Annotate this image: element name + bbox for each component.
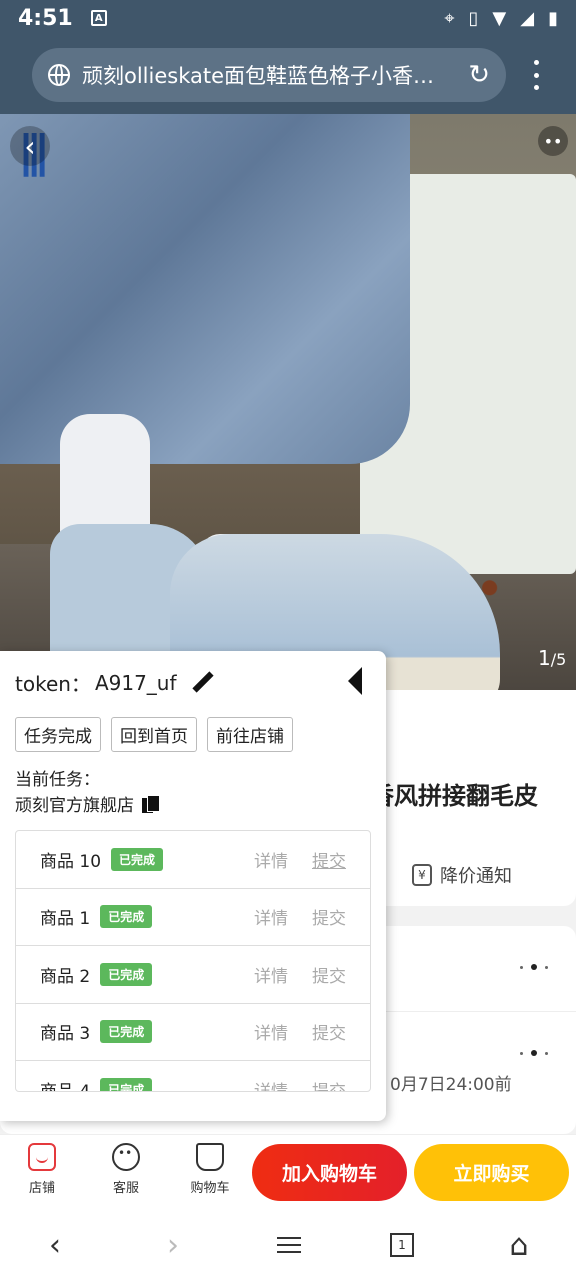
item-name: 商品 4 xyxy=(40,1081,91,1092)
token-label: token： xyxy=(15,672,91,696)
vibrate-icon: ▯ xyxy=(468,7,479,29)
notification-icon: A xyxy=(90,10,107,26)
battery-icon: ▮ xyxy=(548,7,558,29)
product-title: 香风拼接翻毛皮 xyxy=(370,782,538,810)
price-alert-button[interactable]: ¥ 降价通知 xyxy=(412,862,512,888)
go-to-shop-button[interactable]: 前往店铺 xyxy=(207,717,293,752)
list-item: 商品 3 已完成 详情 提交 xyxy=(16,1004,370,1061)
add-to-cart-button[interactable]: 加入购物车 xyxy=(252,1144,407,1201)
menu-icon[interactable] xyxy=(274,1230,304,1260)
submit-link[interactable]: 提交 xyxy=(312,847,346,872)
more-icon[interactable]: •• xyxy=(538,126,568,156)
item-name: 商品 1 xyxy=(40,909,91,930)
task-complete-button[interactable]: 任务完成 xyxy=(15,717,101,752)
list-item: 商品 1 已完成 详情 提交 xyxy=(16,889,370,946)
status-icons: ⌖ ▯ ▼ ◢ ▮ xyxy=(444,8,558,29)
back-home-button[interactable]: 回到首页 xyxy=(111,717,197,752)
price-alert-icon: ¥ xyxy=(412,864,432,886)
cart-button[interactable]: 购物车 xyxy=(180,1143,240,1196)
status-badge: 已完成 xyxy=(100,962,153,986)
shop-label: 店铺 xyxy=(28,1181,55,1196)
shop-button[interactable]: 店铺 xyxy=(12,1143,72,1196)
detail-link[interactable]: 详情 xyxy=(254,1077,288,1091)
detail-link[interactable]: 详情 xyxy=(254,904,288,929)
copy-icon[interactable] xyxy=(142,794,160,813)
status-bar: 4:51 A ⌖ ▯ ▼ ◢ ▮ xyxy=(0,0,576,36)
submit-link[interactable]: 提交 xyxy=(312,904,346,929)
token-value: A917_uf xyxy=(94,670,177,695)
token-row: token： A917_uf xyxy=(15,668,215,697)
back-arrow-icon[interactable]: ‹ xyxy=(40,1228,70,1263)
image-counter: 1/5 xyxy=(538,646,567,670)
reload-icon[interactable]: ↻ xyxy=(468,60,490,90)
tabs-icon[interactable]: 1 xyxy=(390,1233,414,1257)
clock: 4:51 xyxy=(18,5,73,31)
submit-link[interactable]: 提交 xyxy=(312,1077,346,1091)
chat-icon xyxy=(112,1143,140,1171)
customer-service-button[interactable]: 客服 xyxy=(96,1143,156,1196)
edit-icon[interactable] xyxy=(191,671,215,695)
address-bar[interactable]: 顽刻ollieskate面包鞋蓝色格子小香… ↻ xyxy=(32,48,506,102)
wifi-icon: ▼ xyxy=(492,7,507,29)
browser-menu-icon[interactable] xyxy=(526,60,546,90)
browser-toolbar: 顽刻ollieskate面包鞋蓝色格子小香… ↻ xyxy=(0,36,576,114)
detail-link[interactable]: 详情 xyxy=(254,1019,288,1044)
purchase-bar: 店铺 客服 购物车 加入购物车 立即购买 xyxy=(0,1134,576,1208)
cart-label: 购物车 xyxy=(190,1181,230,1196)
globe-icon xyxy=(48,64,70,86)
collapse-panel-icon[interactable] xyxy=(348,667,362,695)
cart-icon xyxy=(196,1143,224,1171)
signal-icon: ◢ xyxy=(520,7,535,29)
service-label: 客服 xyxy=(112,1181,139,1196)
current-task-label: 当前任务： xyxy=(15,770,100,790)
product-image[interactable]: ||| ‹ •• 1/5 xyxy=(0,114,576,690)
detail-link[interactable]: 详情 xyxy=(254,847,288,872)
forward-arrow-icon[interactable]: › xyxy=(158,1228,188,1263)
item-name: 商品 2 xyxy=(40,966,91,987)
browser-nav-bar: ‹ › 1 ⌂ xyxy=(0,1208,576,1280)
home-icon[interactable]: ⌂ xyxy=(504,1228,534,1263)
url-text[interactable]: 顽刻ollieskate面包鞋蓝色格子小香… xyxy=(82,60,452,90)
panel-buttons: 任务完成 回到首页 前往店铺 xyxy=(15,717,293,752)
location-icon: ⌖ xyxy=(444,7,455,29)
shop-icon xyxy=(28,1143,56,1171)
detail-link[interactable]: 详情 xyxy=(254,962,288,987)
current-shop: 顽刻官方旗舰店 xyxy=(15,791,160,816)
status-badge: 已完成 xyxy=(100,1077,153,1091)
task-item-list: 商品 10 已完成 详情 提交 商品 1 已完成 详情 提交 商品 2 已完成 详情… xyxy=(15,830,371,1092)
status-badge: 已完成 xyxy=(111,847,164,871)
back-icon[interactable]: ‹ xyxy=(10,126,50,166)
task-panel: token： A917_uf 任务完成 回到首页 前往店铺 当前任务： 顽刻官方… xyxy=(0,651,386,1121)
price-alert-label: 降价通知 xyxy=(440,866,512,887)
status-badge: 已完成 xyxy=(100,1020,153,1044)
list-item: 商品 10 已完成 详情 提交 xyxy=(16,831,370,889)
current-shop-name: 顽刻官方旗舰店 xyxy=(15,796,134,816)
submit-link[interactable]: 提交 xyxy=(312,1019,346,1044)
list-item: 商品 2 已完成 详情 提交 xyxy=(16,946,370,1004)
buy-now-button[interactable]: 立即购买 xyxy=(414,1144,569,1201)
item-name: 商品 3 xyxy=(40,1024,91,1045)
list-item: 商品 4 已完成 详情 提交 xyxy=(16,1061,370,1092)
more-dots-icon[interactable] xyxy=(520,1050,548,1056)
delivery-deadline: 0月7日24:00前 xyxy=(390,1075,512,1095)
more-dots-icon[interactable] xyxy=(520,964,548,970)
submit-link[interactable]: 提交 xyxy=(312,962,346,987)
status-badge: 已完成 xyxy=(100,905,153,929)
item-name: 商品 10 xyxy=(40,851,102,872)
